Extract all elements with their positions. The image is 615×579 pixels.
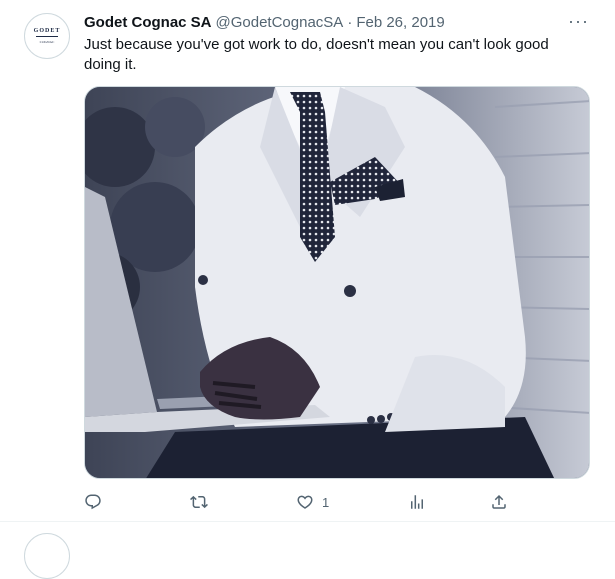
avatar-logo-sub: COGNAC <box>39 40 55 44</box>
reply-icon <box>85 494 101 510</box>
tweet-photo[interactable] <box>84 86 590 479</box>
author-name[interactable]: Godet Cognac SA <box>84 14 212 31</box>
reply-button[interactable] <box>84 490 110 514</box>
photo-man-white-suit-laptop <box>85 87 589 478</box>
share-icon <box>492 494 506 509</box>
like-count: 1 <box>322 494 330 510</box>
author-handle[interactable]: @GodetCognacSA <box>216 14 344 31</box>
tweet-date[interactable]: Feb 26, 2019 <box>356 14 444 31</box>
avatar-logo-rule <box>36 36 58 37</box>
tweet-card[interactable]: GODET COGNAC Godet Cognac SA @GodetCogna… <box>0 0 615 521</box>
more-options-button[interactable]: ··· <box>568 12 589 30</box>
next-tweet-avatar[interactable] <box>24 533 70 579</box>
views-button[interactable] <box>408 490 434 514</box>
like-button[interactable]: 1 <box>296 490 329 514</box>
author-avatar[interactable]: GODET COGNAC <box>24 13 70 59</box>
tweet-divider <box>0 521 615 522</box>
retweet-button[interactable] <box>190 490 216 514</box>
views-icon <box>411 495 423 509</box>
avatar-logo-word: GODET <box>33 28 61 34</box>
tweet-text: Just because you've got work to do, does… <box>84 36 549 73</box>
tweet-header: Godet Cognac SA @GodetCognacSA · Feb 26,… <box>84 12 595 32</box>
meta-separator: · <box>347 13 353 31</box>
heart-icon <box>297 495 313 509</box>
tweet-actions: 1 <box>84 490 590 514</box>
share-button[interactable] <box>490 490 516 514</box>
retweet-icon <box>190 495 208 509</box>
